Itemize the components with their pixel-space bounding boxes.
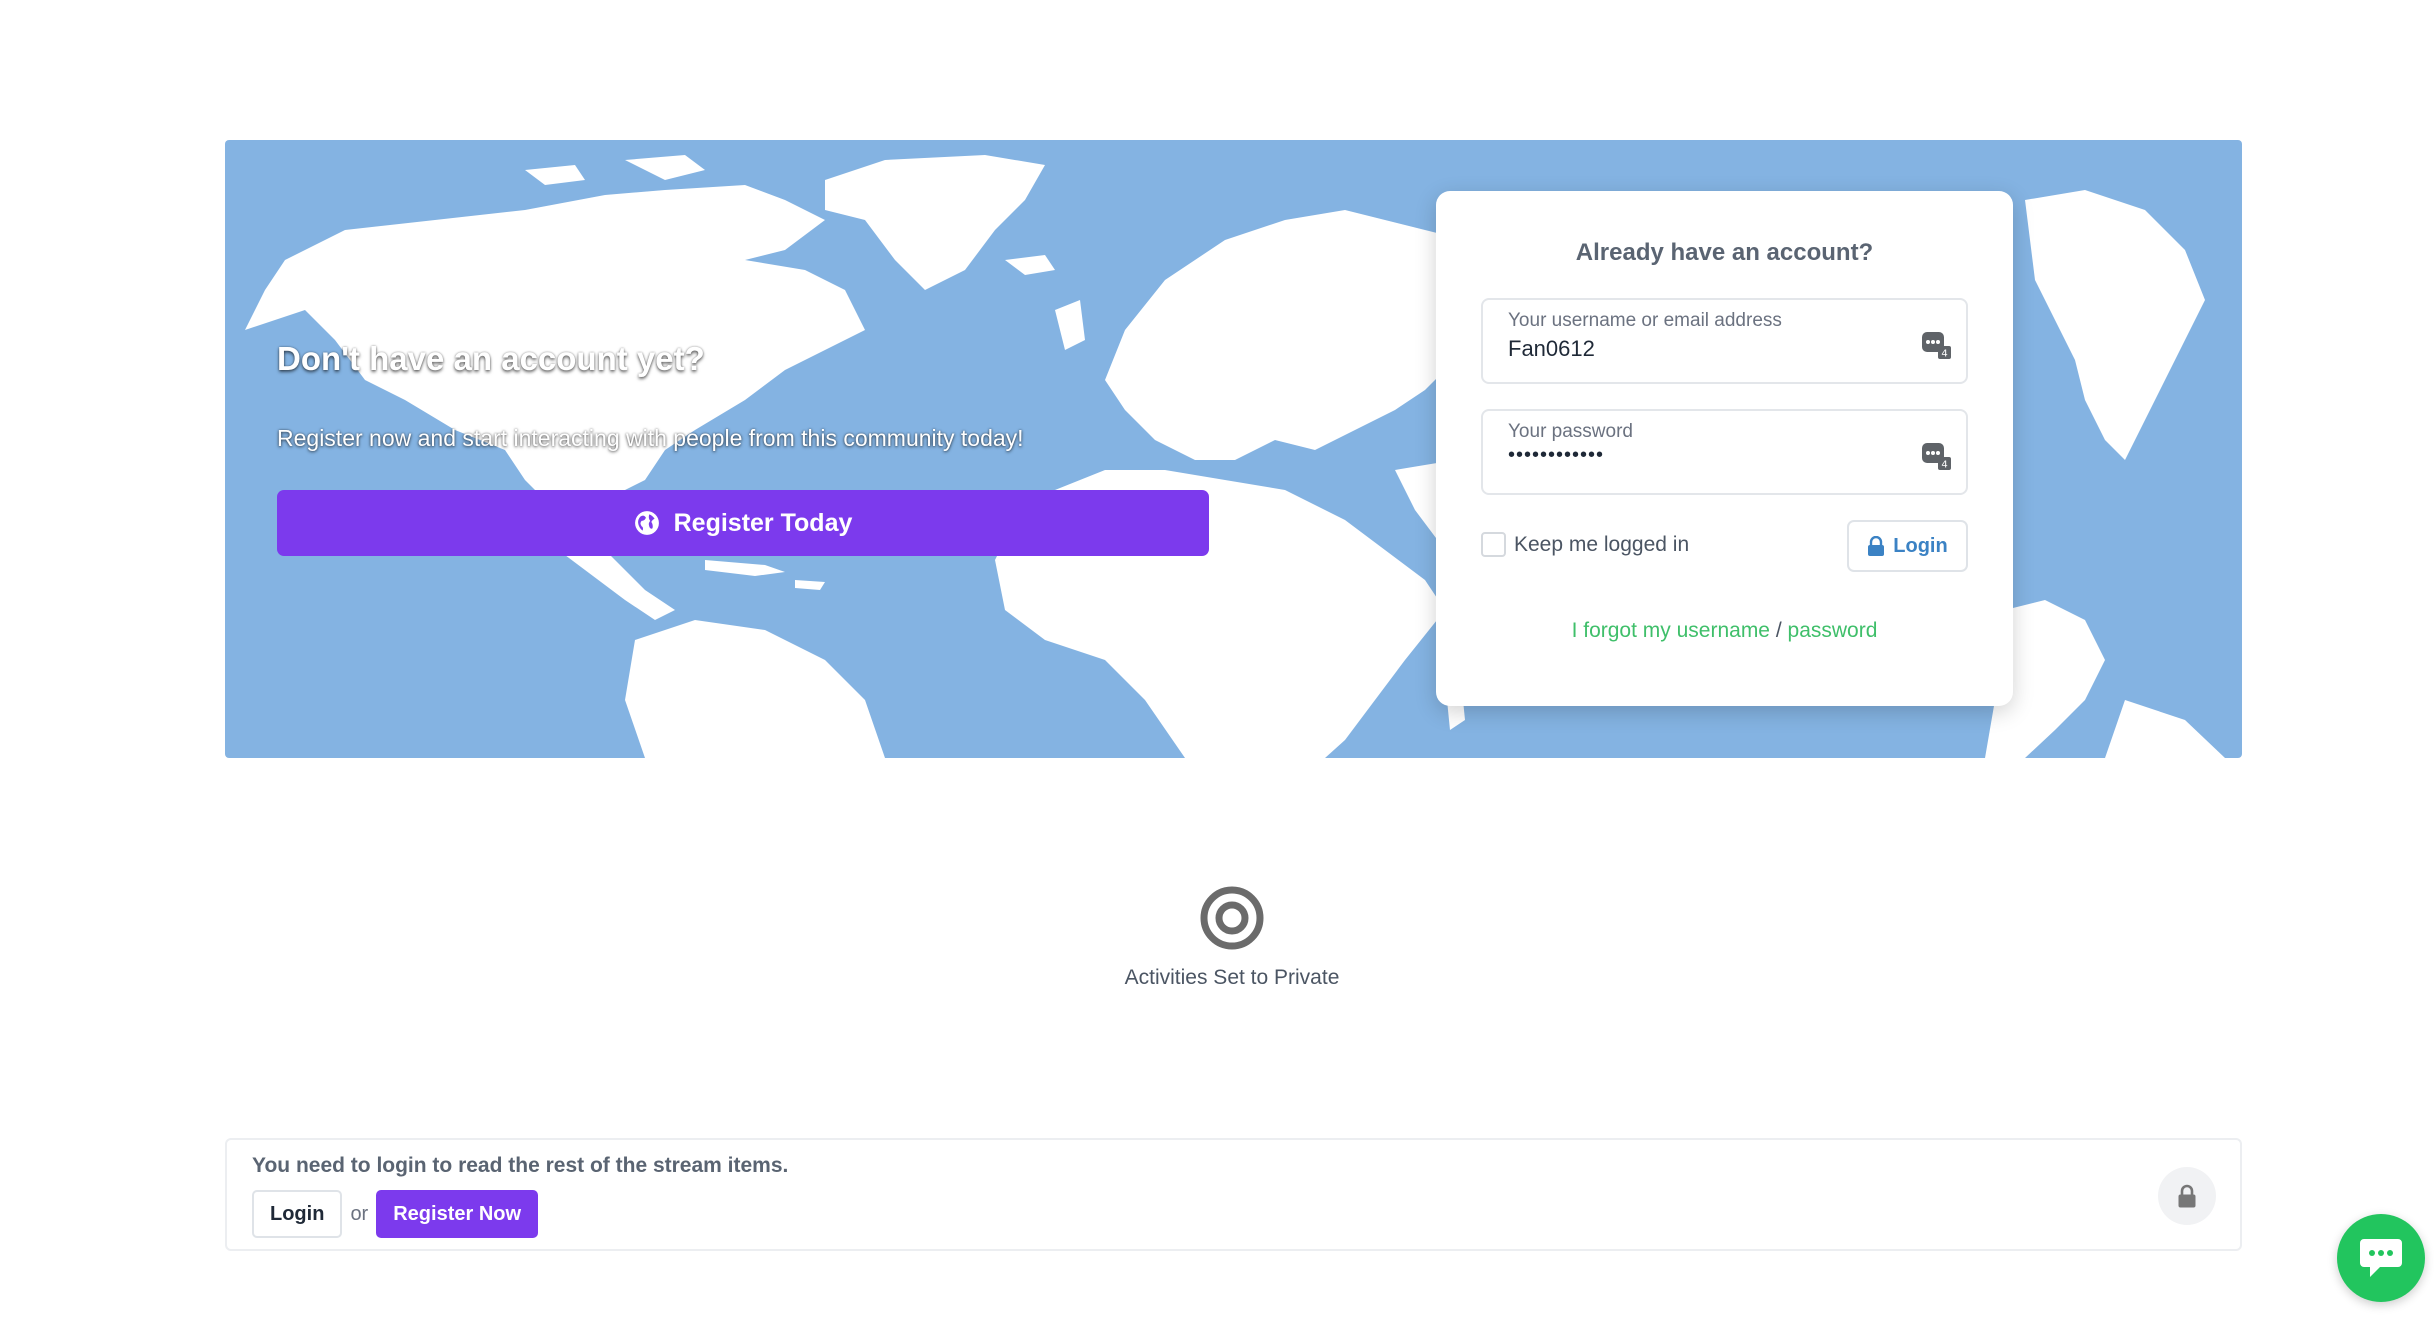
- login-card: Already have an account? Your username o…: [1436, 191, 2013, 706]
- password-manager-count: 4: [1941, 460, 1947, 471]
- login-required-actions: Login or Register Now: [252, 1190, 539, 1238]
- or-text: or: [350, 1202, 369, 1225]
- lock-icon: [2178, 1184, 2196, 1208]
- username-field[interactable]: Your username or email address Fan0612 4: [1481, 298, 1968, 384]
- register-today-label: Register Today: [673, 508, 853, 537]
- hero-subtitle: Register now and start interacting with …: [277, 425, 1024, 451]
- remember-checkbox[interactable]: [1481, 532, 1506, 557]
- password-manager-count: 4: [1941, 349, 1947, 360]
- lock-icon: [1868, 536, 1885, 556]
- username-label: Your username or email address: [1508, 310, 1782, 331]
- chat-bubble-icon: [2360, 1239, 2402, 1277]
- globe-icon: [634, 511, 659, 535]
- login-button-label: Login: [1893, 534, 1948, 557]
- login-required-message: You need to login to read the rest of th…: [252, 1154, 789, 1177]
- target-icon: [1200, 886, 1264, 950]
- stream-login-button[interactable]: Login: [252, 1190, 343, 1238]
- forgot-separator: /: [1775, 619, 1782, 642]
- password-manager-icon[interactable]: 4: [1920, 328, 1952, 360]
- remember-label: Keep me logged in: [1514, 532, 1690, 556]
- chat-button[interactable]: [2337, 1214, 2425, 1302]
- activity-message: Activities Set to Private: [1124, 966, 1340, 989]
- password-manager-icon[interactable]: 4: [1920, 439, 1952, 471]
- login-required-bar: You need to login to read the rest of th…: [225, 1138, 2242, 1251]
- forgot-credentials: I forgot my username / password: [1436, 619, 2013, 643]
- hero-title: Don't have an account yet?: [277, 340, 705, 377]
- remember-me[interactable]: Keep me logged in: [1481, 532, 1689, 557]
- password-value[interactable]: ••••••••••••: [1508, 444, 1604, 467]
- register-today-button[interactable]: Register Today: [277, 490, 1209, 556]
- password-field[interactable]: Your password •••••••••••• 4: [1481, 409, 1968, 495]
- forgot-username-link[interactable]: I forgot my username: [1572, 619, 1770, 642]
- activity-privacy-notice: Activities Set to Private: [0, 886, 2434, 990]
- login-card-title: Already have an account?: [1575, 239, 1874, 266]
- login-button[interactable]: Login: [1847, 520, 1968, 572]
- register-hero: Don't have an account yet? Register now …: [225, 140, 2242, 758]
- forgot-password-link[interactable]: password: [1788, 619, 1878, 642]
- password-label: Your password: [1508, 421, 1633, 442]
- username-value[interactable]: Fan0612: [1508, 336, 1595, 362]
- register-now-button[interactable]: Register Now: [376, 1190, 539, 1238]
- lock-badge: [2158, 1167, 2216, 1225]
